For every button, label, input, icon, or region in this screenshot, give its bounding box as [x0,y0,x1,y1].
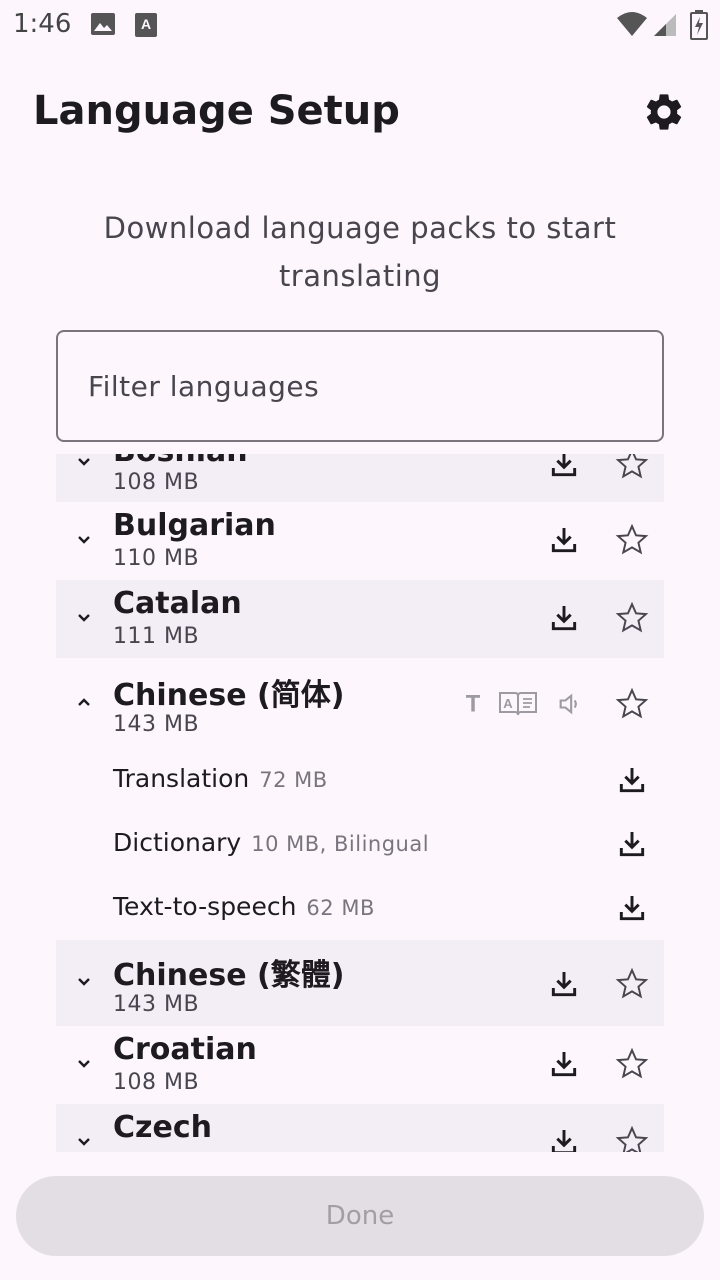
chevron-down-icon[interactable] [72,970,96,994]
download-icon[interactable] [548,454,580,480]
done-button[interactable]: Done [16,1176,704,1256]
translate-a-icon: A [134,12,158,43]
list-item-bulgarian[interactable]: Bulgarian 110 MB [56,502,664,580]
language-name: Bosnian [113,454,248,469]
chevron-down-icon[interactable] [72,528,96,552]
dictionary-icon: A [499,692,537,716]
list-item-catalan[interactable]: Catalan 111 MB [56,580,664,658]
language-size: 143 MB [113,992,200,1017]
language-size: 108 MB [113,1070,200,1095]
chevron-down-icon[interactable] [72,1130,96,1152]
list-item-bosnian[interactable]: Bosnian 108 MB [56,454,664,502]
pack-meta: 62 MB [306,896,375,920]
pack-row-dictionary[interactable]: Dictionary 10 MB, Bilingual [56,814,664,878]
chevron-up-icon[interactable] [72,690,96,714]
intro-text: Download language packs to start transla… [103,211,617,293]
wifi-icon [616,10,648,43]
pack-row-text-to-speech[interactable]: Text-to-speech 62 MB [56,878,664,942]
download-icon[interactable] [616,828,648,860]
star-icon[interactable] [614,1046,650,1082]
language-size: 143 MB [113,712,200,737]
filter-input[interactable] [88,332,628,440]
language-size: 111 MB [113,624,200,649]
chevron-down-icon[interactable] [72,454,96,474]
download-icon[interactable] [548,1126,580,1152]
language-name: Catalan [113,586,242,621]
star-icon[interactable] [614,522,650,558]
pack-row-translation[interactable]: Translation 72 MB [56,750,664,814]
star-icon[interactable] [614,454,650,482]
language-name: Chinese (繁體) [113,958,345,993]
signal-icon [652,12,678,43]
svg-text:T: T [466,691,481,716]
svg-text:A: A [503,696,513,711]
download-icon[interactable] [548,968,580,1000]
star-icon[interactable] [614,686,650,722]
download-icon[interactable] [616,764,648,796]
language-name: Bulgarian [113,508,276,543]
language-size: 110 MB [113,546,200,571]
list-item-chinese-traditional[interactable]: Chinese (繁體) 143 MB [56,940,664,1026]
settings-button[interactable] [638,86,690,138]
star-icon[interactable] [614,966,650,1002]
pack-label: Translation 72 MB [113,764,328,793]
list-item-czech[interactable]: Czech [56,1104,664,1152]
language-name: Chinese (简体) [113,678,345,713]
language-name: Czech [113,1110,212,1145]
download-icon[interactable] [616,892,648,924]
text-format-icon: T [466,691,481,716]
pack-meta: 72 MB [259,768,328,792]
language-size: 108 MB [113,470,200,495]
star-icon[interactable] [614,1124,650,1152]
battery-charging-icon [690,10,708,45]
page-title: Language Setup [33,88,400,134]
language-list[interactable]: Bosnian 108 MB Bulgarian 110 MB Catalan … [56,454,664,1152]
star-icon[interactable] [614,600,650,636]
chevron-down-icon[interactable] [72,1052,96,1076]
image-icon [90,12,116,41]
list-item-croatian[interactable]: Croatian 108 MB [56,1026,664,1104]
download-icon[interactable] [548,524,580,556]
pack-label: Text-to-speech 62 MB [113,892,375,921]
language-list-content: Bosnian 108 MB Bulgarian 110 MB Catalan … [56,454,664,1152]
download-icon[interactable] [548,1048,580,1080]
language-name: Croatian [113,1032,257,1067]
download-icon[interactable] [548,602,580,634]
pack-meta: 10 MB, Bilingual [251,832,430,856]
list-item-chinese-simplified[interactable]: Chinese (简体) 143 MB T A Translation 72 MB… [56,658,664,940]
speaker-icon [559,693,577,715]
pack-label: Dictionary 10 MB, Bilingual [113,828,430,857]
chevron-down-icon[interactable] [72,606,96,630]
svg-text:A: A [141,16,151,32]
status-time: 1:46 [13,9,72,39]
filter-field[interactable] [56,330,664,442]
gear-icon [646,94,682,130]
status-bar: 1:46 A [0,0,720,50]
